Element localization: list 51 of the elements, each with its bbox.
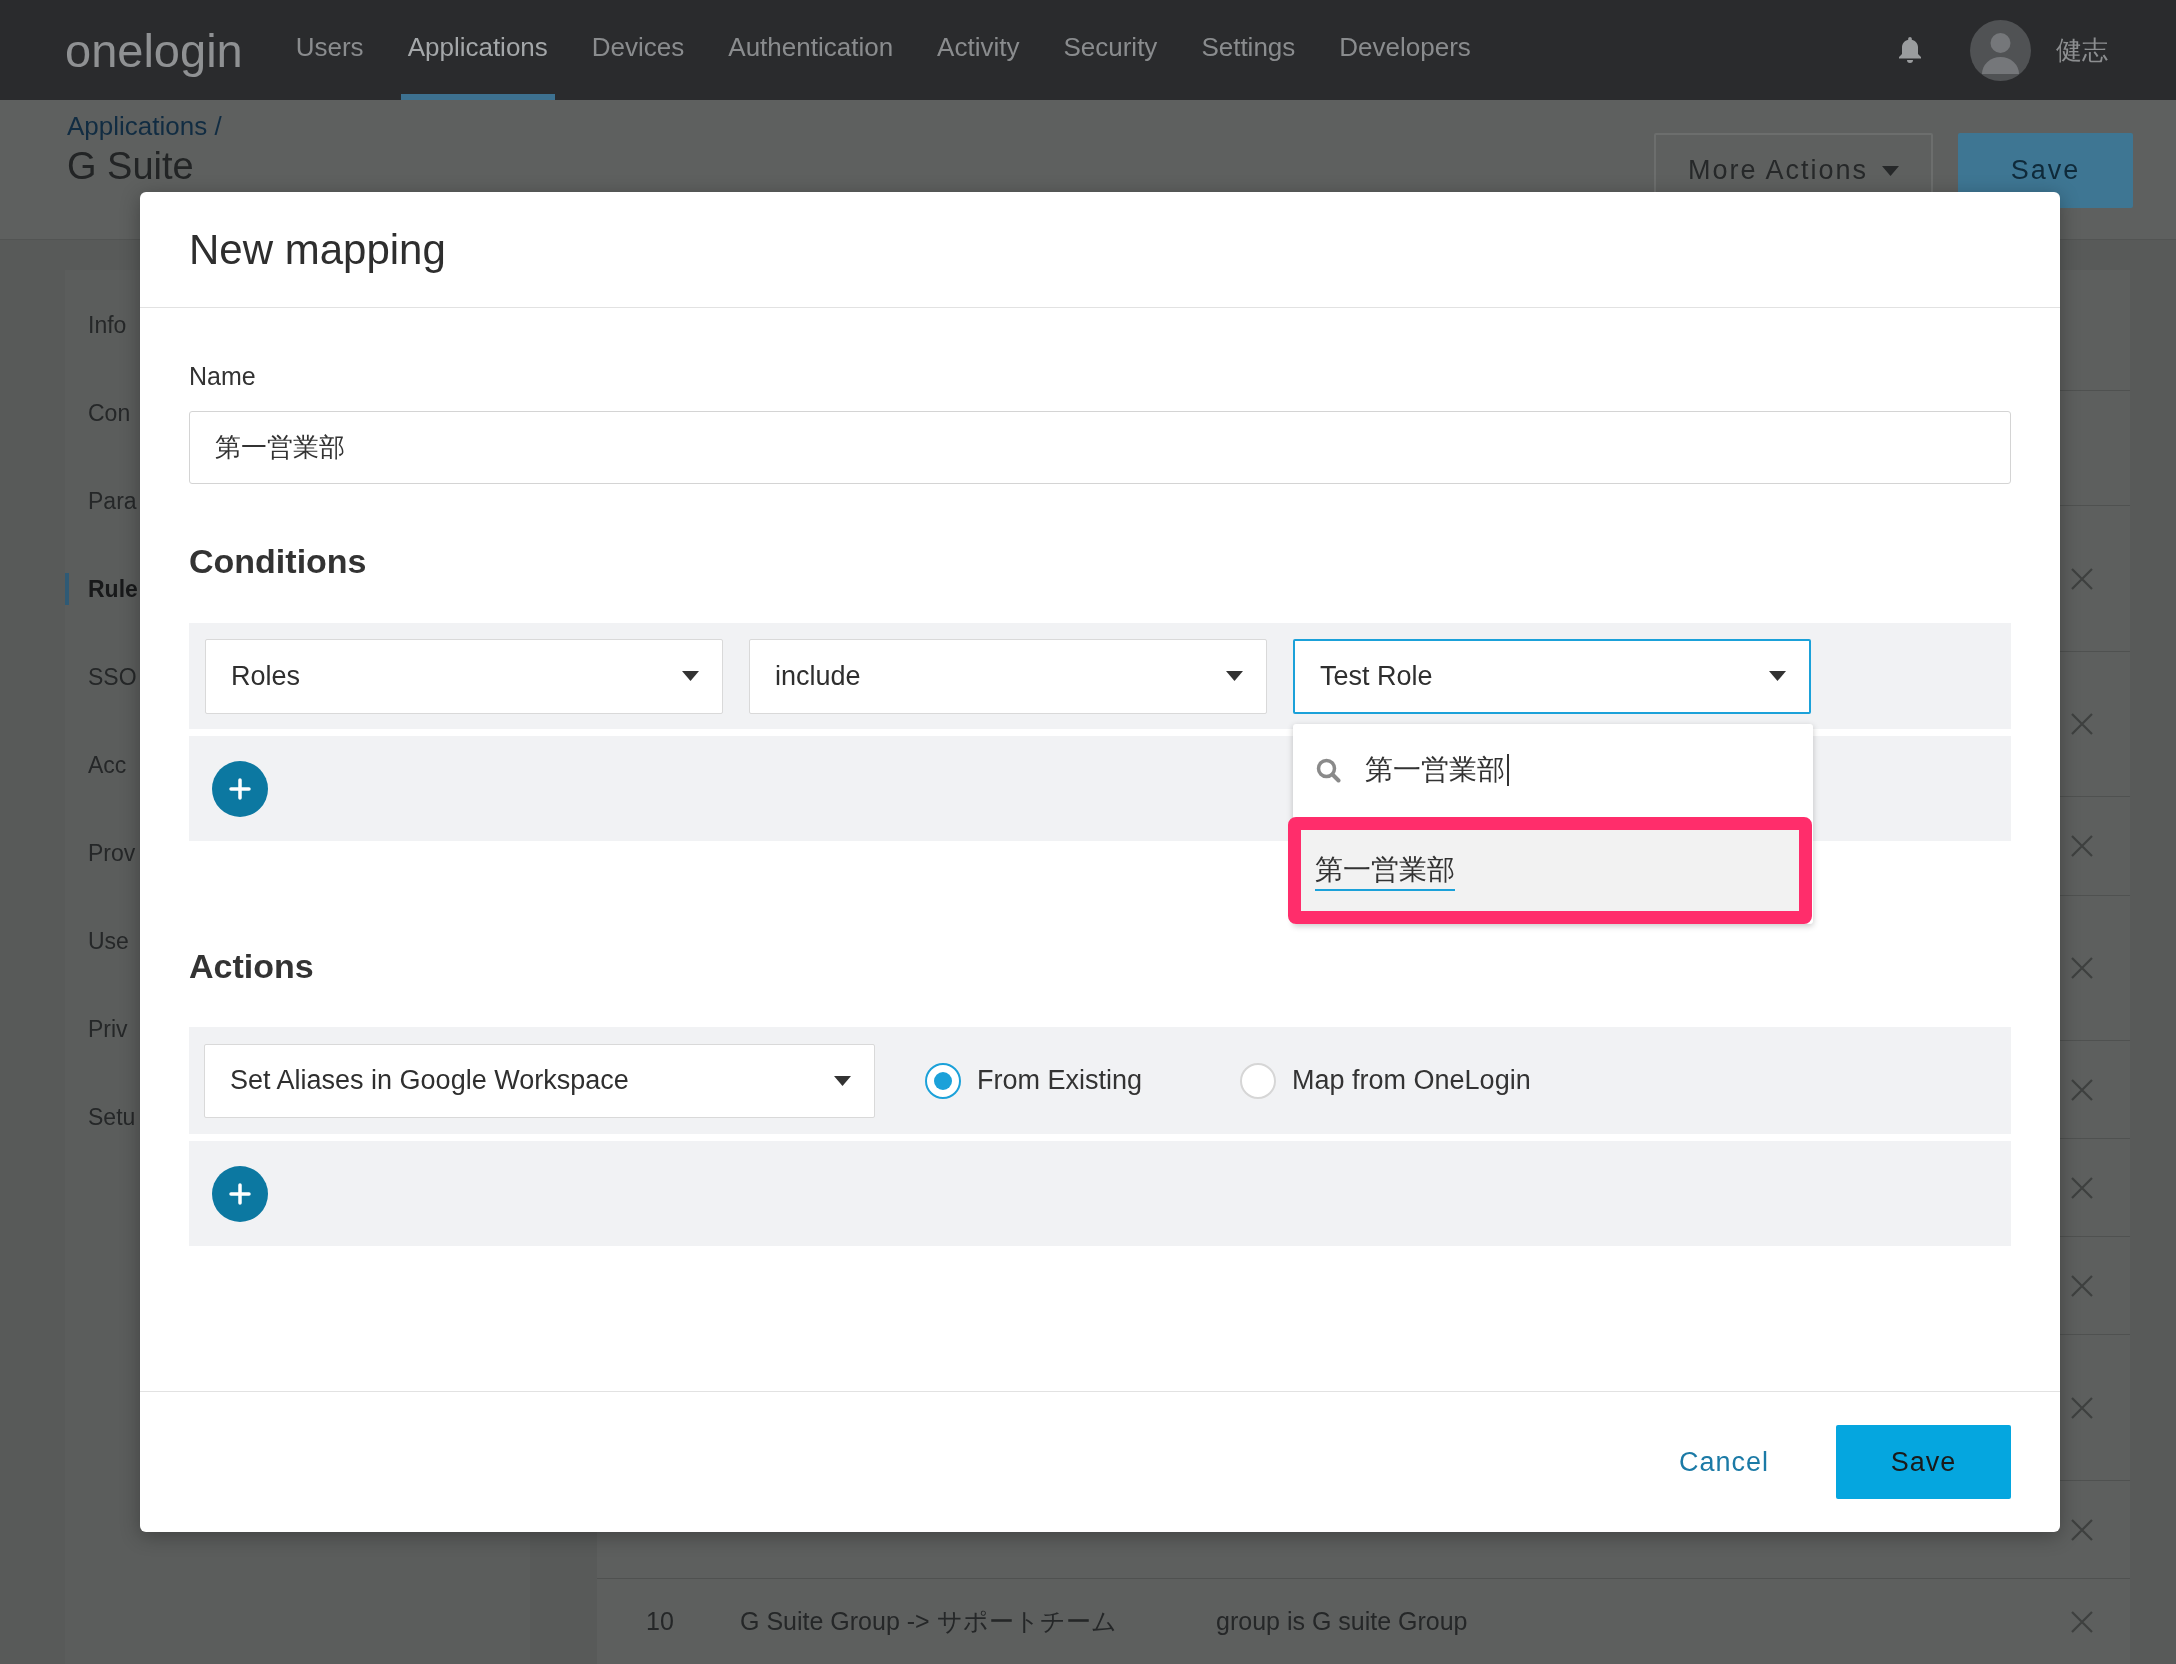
- radio-button[interactable]: [1240, 1062, 1277, 1099]
- bell-icon[interactable]: [1898, 37, 1922, 63]
- close-icon[interactable]: [2071, 1078, 2093, 1101]
- caret-icon: [682, 671, 699, 681]
- table-cell-text: G Suite Group -> サポートチーム: [740, 1605, 1118, 1637]
- dropdown-option[interactable]: 第一営業部: [1301, 829, 1799, 911]
- nav-tab[interactable]: Devices: [584, 0, 692, 100]
- dropdown-field[interactable]: Roles: [205, 638, 723, 714]
- close-icon[interactable]: [2071, 835, 2093, 857]
- plus-icon: [229, 1182, 251, 1205]
- close-icon[interactable]: [2071, 1274, 2093, 1297]
- radio-label[interactable]: Map from OneLogin: [1292, 1060, 1531, 1101]
- breadcrumb-link[interactable]: Applications /: [67, 110, 222, 142]
- caret-icon: [1226, 671, 1243, 681]
- radio-label[interactable]: From Existing: [977, 1060, 1143, 1101]
- nav-tab[interactable]: Security: [1056, 0, 1165, 100]
- close-icon[interactable]: [2071, 1176, 2093, 1199]
- close-icon[interactable]: [2071, 1396, 2093, 1419]
- search-icon: [1316, 757, 1341, 783]
- caret-icon: [1769, 671, 1786, 681]
- radio-button[interactable]: [925, 1062, 961, 1099]
- page-title: G Suite: [67, 145, 194, 187]
- nav-tab[interactable]: Developers: [1332, 0, 1478, 100]
- dropdown-field[interactable]: include: [749, 638, 1267, 714]
- close-icon[interactable]: [2071, 713, 2093, 735]
- dropdown-field[interactable]: Set Aliases in Google Workspace: [204, 1043, 875, 1118]
- user-name[interactable]: 健志: [2056, 30, 2108, 70]
- nav-tab[interactable]: Settings: [1194, 0, 1303, 100]
- close-icon[interactable]: [2071, 567, 2093, 590]
- close-icon[interactable]: [2071, 1610, 2093, 1633]
- table-cell-text: 10: [646, 1605, 675, 1637]
- close-icon[interactable]: [2071, 957, 2093, 979]
- field-label: Name: [189, 361, 256, 391]
- nav-tab[interactable]: Users: [288, 0, 371, 100]
- nav-tab[interactable]: Authentication: [721, 0, 901, 100]
- section-heading: Actions: [189, 946, 314, 986]
- dropdown-field[interactable]: Test Role: [1293, 638, 1811, 714]
- table-cell-text: group is G suite Group: [1216, 1605, 1469, 1637]
- dialog-title: New mapping: [189, 225, 446, 275]
- search-field[interactable]: 第一営業部: [1293, 723, 1813, 817]
- caret-icon: [1882, 165, 1899, 176]
- text-cursor: [1507, 754, 1509, 786]
- section-heading: Conditions: [189, 541, 367, 581]
- plus-icon: [229, 777, 251, 800]
- close-icon[interactable]: [2071, 1518, 2093, 1541]
- avatar-icon[interactable]: [1970, 19, 2031, 81]
- caret-icon: [834, 1075, 851, 1086]
- name-field[interactable]: 第一営業部: [189, 411, 2011, 484]
- save-button[interactable]: Save: [1836, 1425, 2011, 1499]
- cancel-button[interactable]: Cancel: [1652, 1425, 1795, 1499]
- nav-tab[interactable]: Activity: [930, 0, 1027, 100]
